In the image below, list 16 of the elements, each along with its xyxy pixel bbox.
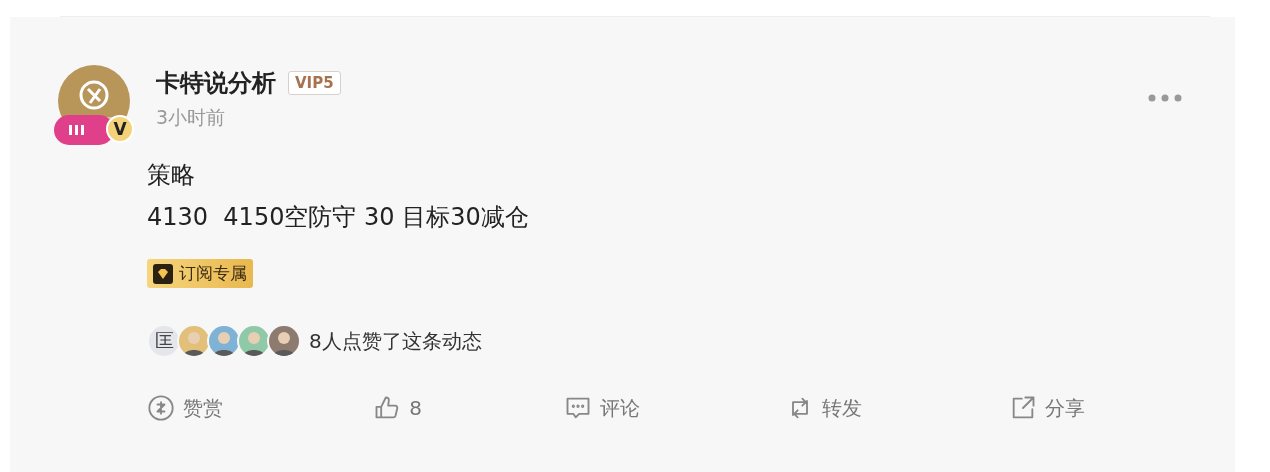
- repost-button[interactable]: 转发: [786, 394, 1009, 422]
- comment-button[interactable]: 评论: [564, 394, 787, 422]
- verified-badge: V: [106, 115, 134, 143]
- vip-badge: VIP5: [288, 71, 341, 95]
- post-time: 3小时前: [156, 105, 227, 130]
- like-button[interactable]: 8: [373, 394, 565, 422]
- liker-avatar[interactable]: 匡: [147, 324, 181, 358]
- subscriber-tag: 订阅专属: [147, 259, 253, 288]
- reward-icon: [147, 394, 175, 422]
- reward-button[interactable]: 赞赏: [147, 394, 374, 422]
- post-text: 策略: [147, 160, 196, 191]
- likes-summary: 8人点赞了这条动态: [309, 327, 482, 355]
- author-name[interactable]: 卡特说分析: [156, 67, 276, 99]
- more-icon[interactable]: [1147, 93, 1183, 103]
- post-text: 4130 4150空防守 30 目标30减仓: [147, 202, 530, 233]
- share-button[interactable]: 分享: [1008, 394, 1235, 422]
